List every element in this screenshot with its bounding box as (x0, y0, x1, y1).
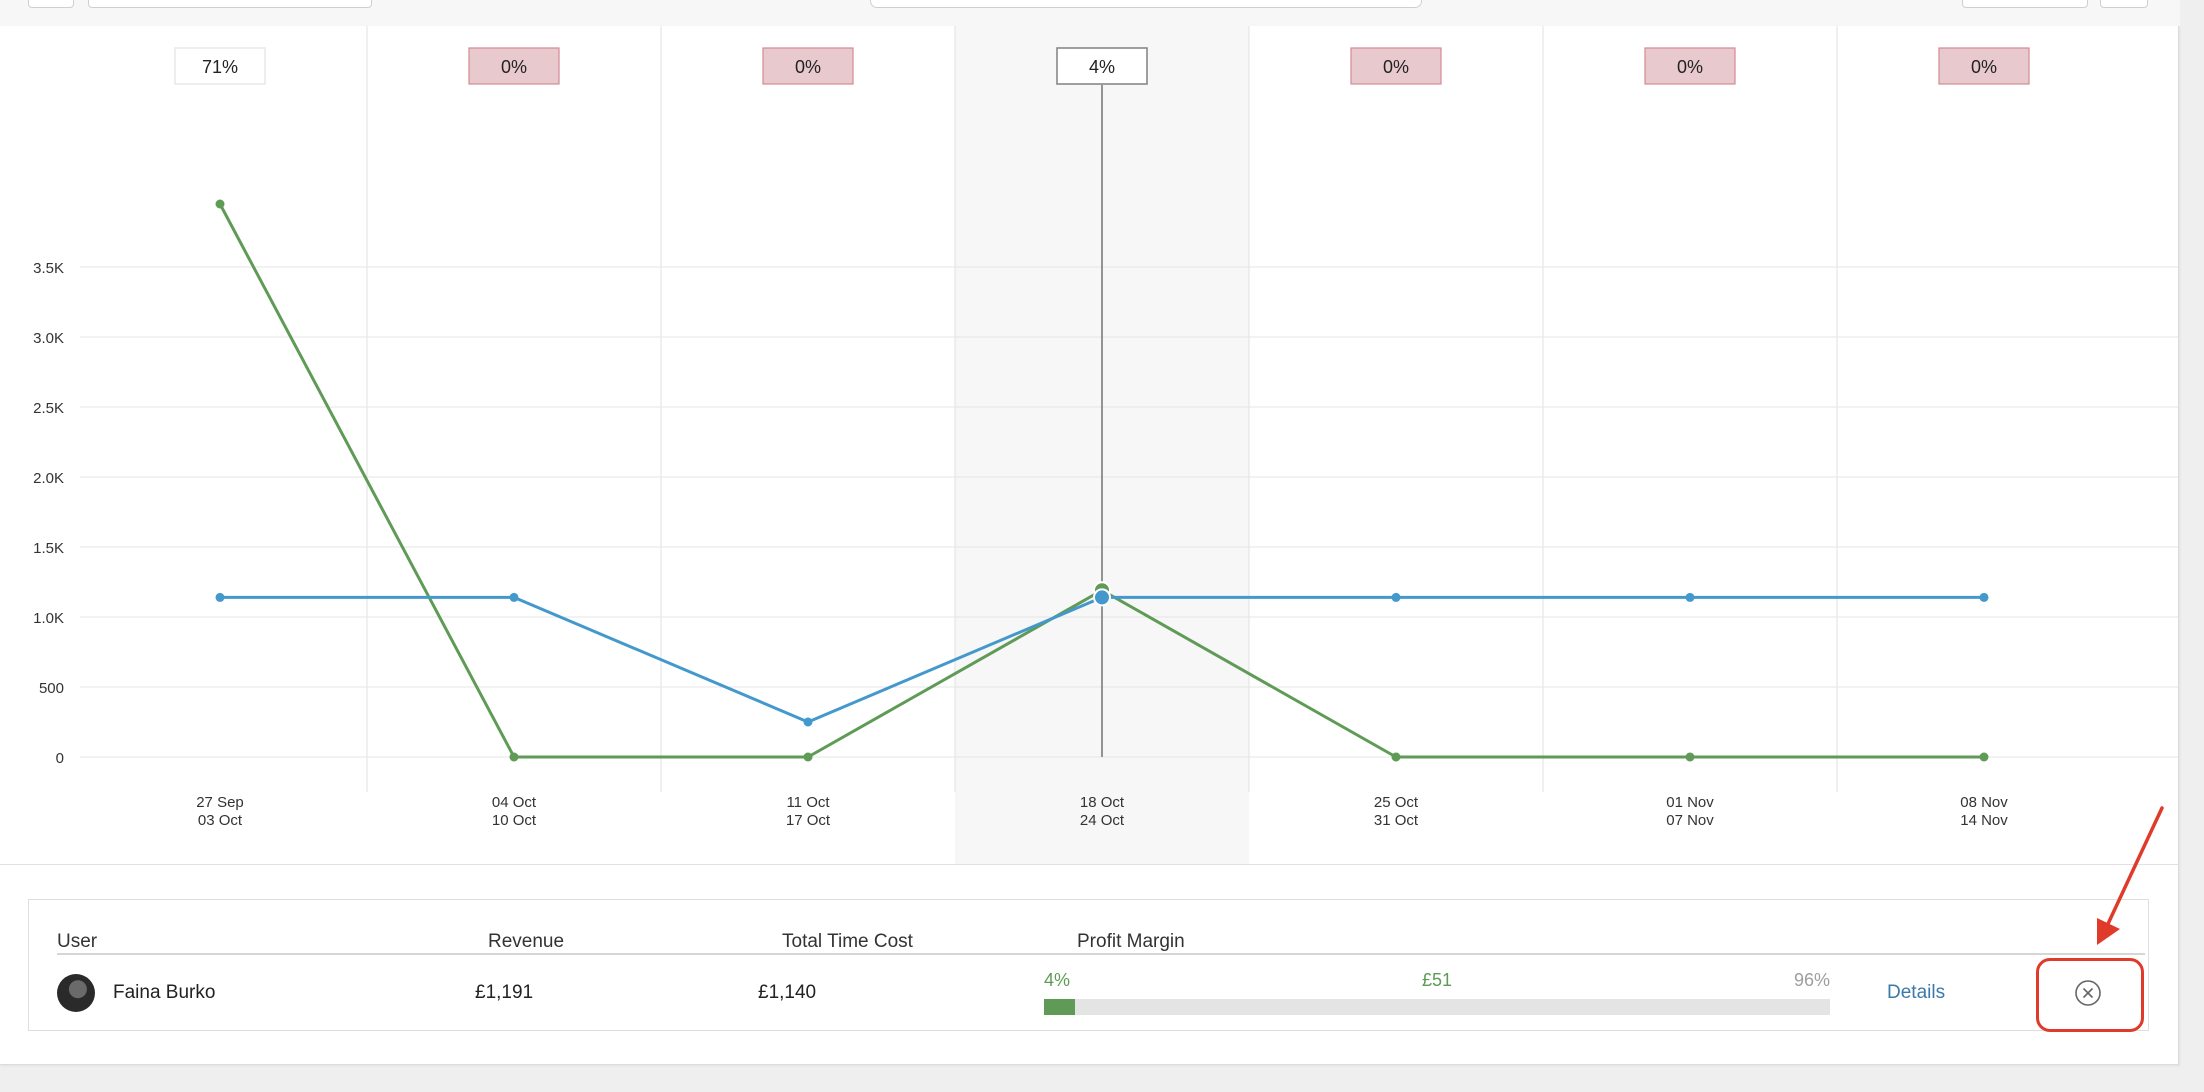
remaining-percent: 96% (1793, 970, 1830, 990)
margin-label: 0% (1383, 57, 1409, 77)
cost-point (1979, 592, 1989, 602)
close-circle-icon[interactable] (2075, 980, 2101, 1006)
x-tick-label: 18 Oct (1080, 794, 1125, 811)
y-tick-label: 2.5K (33, 400, 64, 417)
user-name: Faina Burko (113, 982, 216, 1003)
y-tick-label: 500 (39, 680, 64, 697)
margin-label: 0% (1971, 57, 1997, 77)
x-tick-label: 03 Oct (198, 812, 243, 829)
margin-label: 0% (1677, 57, 1703, 77)
x-tick-label: 14 Nov (1960, 812, 2008, 829)
column-header-total-time-cost[interactable]: Total Time Cost (782, 931, 913, 953)
margin-bar-track (1044, 999, 1830, 1015)
revenue-point (1979, 752, 1989, 762)
x-tick-label: 31 Oct (1374, 812, 1419, 829)
revenue-point (215, 199, 225, 209)
y-tick-label: 3.5K (33, 260, 64, 277)
x-tick-label: 01 Nov (1666, 794, 1714, 811)
profit-amount: £51 (1421, 970, 1453, 990)
toolbar-input[interactable] (88, 0, 372, 8)
profit-margin-bar: 4% £51 96% (1044, 970, 1830, 1016)
margin-label: 4% (1089, 57, 1115, 77)
x-tick-label: 11 Oct (786, 794, 830, 811)
margin-label: 0% (795, 57, 821, 77)
revenue-point (1391, 752, 1401, 762)
avatar (57, 974, 95, 1012)
report-card: 0 500 1.0K 1.5K 2.0K 2.5K 3.0K 3.5K 71% 0% 0% 4% 0% 0… (0, 26, 2179, 1065)
margin-percent: 4% (1044, 970, 1071, 990)
total-time-cost-value: £1,140 (758, 982, 817, 1003)
column-header-profit-margin[interactable]: Profit Margin (1077, 931, 1185, 953)
x-tick-label: 04 Oct (492, 794, 537, 811)
margin-label: 71% (202, 57, 238, 77)
y-tick-label: 1.0K (33, 610, 64, 627)
revenue-point (803, 752, 813, 762)
cost-point (803, 717, 813, 727)
header-divider (57, 953, 2145, 955)
user-profit-table: User Revenue Total Time Cost Profit Marg… (28, 899, 2149, 1031)
cost-point (1391, 592, 1401, 602)
revenue-point (1685, 752, 1695, 762)
toolbar-control[interactable] (28, 0, 74, 8)
y-tick-label: 1.5K (33, 540, 64, 557)
revenue-point (509, 752, 519, 762)
x-tick-label: 24 Oct (1080, 812, 1125, 829)
x-tick-label: 08 Nov (1960, 794, 2008, 811)
toolbar (0, 0, 2180, 27)
column-header-user[interactable]: User (57, 931, 97, 953)
toolbar-control[interactable] (2100, 0, 2148, 8)
y-tick-label: 2.0K (33, 470, 64, 487)
cost-point (1093, 588, 1111, 607)
cost-point (215, 592, 225, 602)
margin-label: 0% (501, 57, 527, 77)
divider (0, 864, 2178, 865)
margin-bar-fill (1044, 999, 1076, 1015)
x-tick-label: 07 Nov (1666, 812, 1714, 829)
cost-point (509, 592, 519, 602)
x-tick-label: 27 Sep (196, 794, 244, 811)
x-tick-label: 25 Oct (1374, 794, 1419, 811)
revenue-value: £1,191 (475, 982, 534, 1003)
profit-chart: 0 500 1.0K 1.5K 2.0K 2.5K 3.0K 3.5K 71% 0% 0% 4% 0% 0… (33, 26, 2178, 864)
details-link[interactable]: Details (1887, 982, 1945, 1004)
y-tick-label: 0 (56, 750, 64, 767)
x-tick-label: 10 Oct (492, 812, 537, 829)
column-header-revenue[interactable]: Revenue (488, 931, 564, 953)
toolbar-control[interactable] (1962, 0, 2088, 8)
x-tick-label: 17 Oct (786, 812, 831, 829)
y-tick-label: 3.0K (33, 330, 64, 347)
cost-point (1685, 592, 1695, 602)
toolbar-segmented-control[interactable] (870, 0, 1422, 8)
